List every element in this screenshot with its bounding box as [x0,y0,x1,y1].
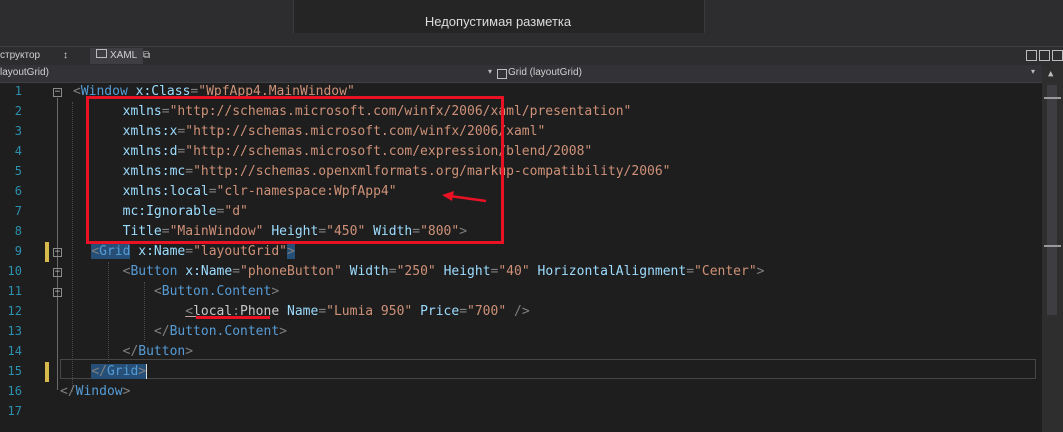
code-line-11: <Button.Content> [153,284,280,299]
code-line-9: <Grid x:Name="layoutGrid"> [91,244,295,259]
line-number: 7 [14,204,22,218]
scroll-thumb[interactable] [1047,85,1057,315]
tab-xaml-label: XAML [110,50,138,61]
collapse-pane-icon[interactable] [1052,50,1063,61]
change-marker [45,242,49,262]
swap-panes-icon[interactable]: ↕ [63,50,68,61]
vertical-scrollbar[interactable]: ▲ [1042,65,1063,432]
grid-element-icon [497,69,507,79]
line-number: 16 [7,384,22,398]
tab-xaml[interactable]: XAML [90,48,144,64]
line-number: 12 [7,304,22,318]
scroll-up-icon[interactable]: ▲ [1048,69,1053,79]
line-number: 14 [7,344,22,358]
arrow-annotation-icon [442,191,487,203]
code-line-13: </Button.Content> [153,324,287,339]
navigation-bar: layoutGrid) ▾ Grid (layoutGrid) ▾ [0,65,1042,83]
designer-surface: Недопустимая разметка [0,0,1063,46]
line-number: 6 [14,184,22,198]
line-number: 2 [14,104,22,118]
chevron-down-icon[interactable]: ▾ [1031,67,1035,76]
chevron-down-icon[interactable]: ▾ [488,67,492,76]
xaml-file-icon [96,49,107,58]
pane-layout-buttons [1017,50,1063,63]
line-number: 10 [7,264,22,278]
line-number: 3 [14,124,22,138]
left-scope-dropdown[interactable]: layoutGrid) [0,67,49,78]
text-cursor [146,364,148,379]
vertical-split-icon[interactable] [1026,50,1037,61]
line-number: 9 [14,244,22,258]
line-number: 13 [7,324,22,338]
line-number: 17 [7,404,22,418]
scroll-marker [1044,97,1061,99]
line-number: 11 [7,284,22,298]
popout-xaml-icon[interactable]: ⧉ [143,50,150,61]
horizontal-split-icon[interactable] [1039,50,1050,61]
local-prefix-underline [196,316,270,319]
code-line-16: </Window> [60,384,131,399]
line-number: 1 [14,84,22,98]
right-scope-dropdown[interactable]: Grid (layoutGrid) [508,67,582,78]
line-number: 8 [14,224,22,238]
code-line-15: </Grid> [91,364,148,379]
change-marker [45,362,49,382]
line-number: 15 [7,364,22,378]
tab-design[interactable]: структор [0,50,40,61]
namespace-highlight-box [86,96,504,244]
code-line-12: <local:Phone Name="Lumia 950" Price="700… [185,304,530,319]
code-line-10: <Button x:Name="phoneButton" Width="250"… [122,264,765,279]
invalid-markup-message: Недопустимая разметка [424,14,572,29]
code-line-14: </Button> [122,344,194,359]
line-number: 5 [14,164,22,178]
scroll-marker [1044,245,1061,247]
line-number: 4 [14,144,22,158]
fold-guide [57,98,58,390]
view-tabbar: структор ↕ XAML ⧉ [0,46,1063,66]
editor-gutter: 1 2 3 4 5 6 7 8 9 10 11 12 13 14 15 16 1… [0,82,62,432]
